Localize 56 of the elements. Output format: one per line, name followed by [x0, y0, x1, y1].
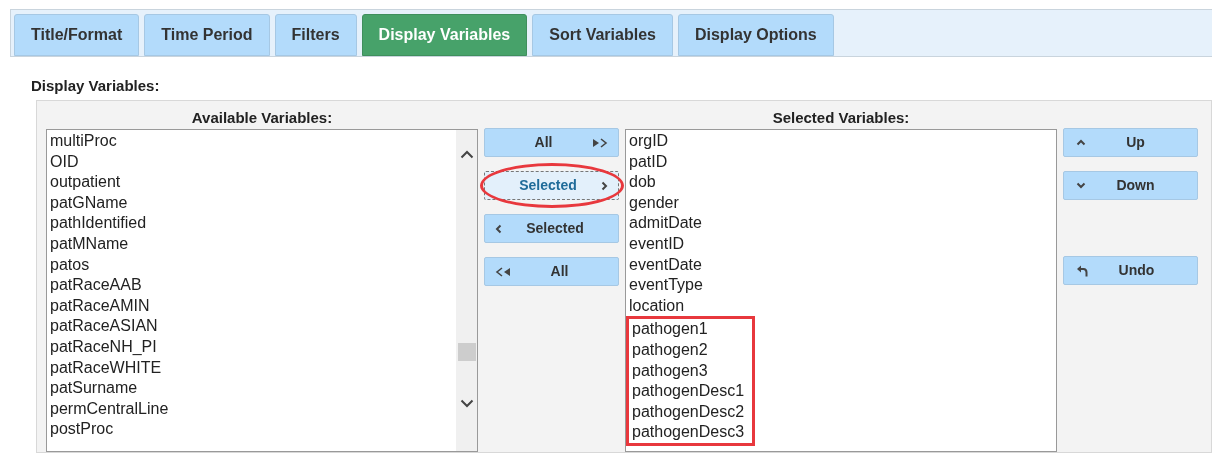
undo-icon: [1076, 264, 1088, 277]
move-button[interactable]: Selected: [484, 171, 619, 200]
list-item[interactable]: pathogenDesc1: [632, 381, 752, 402]
list-item[interactable]: pathogen3: [632, 360, 752, 382]
tab[interactable]: Title/Format: [14, 14, 140, 56]
list-item[interactable]: eventType: [629, 275, 755, 296]
move-button[interactable]: All: [484, 257, 619, 286]
list-item[interactable]: postProc: [50, 419, 114, 440]
tab[interactable]: Filters: [274, 14, 357, 56]
list-item[interactable]: gender: [629, 192, 755, 214]
order-button[interactable]: Down: [1063, 171, 1198, 200]
double-arrow-left-icon: [495, 266, 511, 277]
list-item[interactable]: patMName: [50, 233, 129, 255]
list-item[interactable]: patRaceWHITE: [50, 357, 162, 379]
order-button[interactable]: Undo: [1063, 256, 1198, 285]
list-item[interactable]: pathogen2: [632, 339, 752, 361]
tab[interactable]: Time Period: [144, 14, 270, 56]
list-item[interactable]: patID: [629, 151, 755, 173]
list-item[interactable]: outpatient: [50, 172, 121, 193]
available-list[interactable]: multiProc OID outpatient patGName pathIdentified patMName patos patRaceAAB patRaceAMIN patRaceASIAN patRaceNH_PI patRaceWHITE patSurname permCentralLine postProc: [46, 129, 478, 452]
list-item[interactable]: permCentralLine: [50, 398, 169, 420]
chevron-right-icon: [601, 180, 608, 191]
list-item[interactable]: admitDate: [629, 213, 755, 234]
move-button[interactable]: Selected: [484, 214, 619, 243]
chevron-up-icon[interactable]: [459, 150, 474, 159]
tab[interactable]: Sort Variables: [532, 14, 673, 56]
list-item[interactable]: patSurname: [50, 378, 138, 399]
chevron-down-icon: [1076, 182, 1086, 189]
section-title: Display Variables:: [31, 77, 161, 95]
list-item[interactable]: eventDate: [629, 254, 755, 276]
chevron-up-icon: [1076, 139, 1086, 146]
chevron-left-icon: [495, 223, 502, 234]
move-button[interactable]: All: [484, 128, 619, 157]
scrollbar-thumb[interactable]: [457, 343, 476, 361]
chevron-down-icon[interactable]: [459, 399, 474, 408]
list-item[interactable]: location: [629, 295, 755, 317]
list-item[interactable]: patRaceASIAN: [50, 316, 158, 337]
tab[interactable]: Display Options: [677, 14, 834, 56]
list-item[interactable]: eventID: [629, 233, 755, 255]
list-item[interactable]: patos: [50, 254, 90, 276]
list-heading: Available Variables:: [190, 109, 334, 128]
list-item[interactable]: pathogenDesc2: [632, 401, 752, 423]
list-item[interactable]: patRaceAMIN: [50, 295, 150, 317]
scrollbar[interactable]: [456, 130, 477, 451]
selected-list[interactable]: orgID patID dob gender admitDate eventID eventDate eventType location pathogen1 pathogen2 pathogen3 pathogenDesc1 pathogenDesc2 pathogenDesc3: [625, 129, 1057, 452]
list-item[interactable]: orgID: [629, 131, 755, 152]
list-heading: Selected Variables:: [771, 109, 911, 128]
list-item[interactable]: OID: [50, 151, 79, 173]
list-item[interactable]: multiProc: [50, 131, 117, 152]
list-item[interactable]: dob: [629, 172, 755, 193]
order-button[interactable]: Up: [1063, 128, 1198, 157]
list-item[interactable]: patGName: [50, 192, 128, 214]
list-item[interactable]: pathIdentified: [50, 213, 147, 234]
list-item[interactable]: patRaceNH_PI: [50, 336, 157, 358]
double-arrow-right-icon: [592, 137, 608, 148]
list-item[interactable]: patRaceAAB: [50, 275, 142, 296]
